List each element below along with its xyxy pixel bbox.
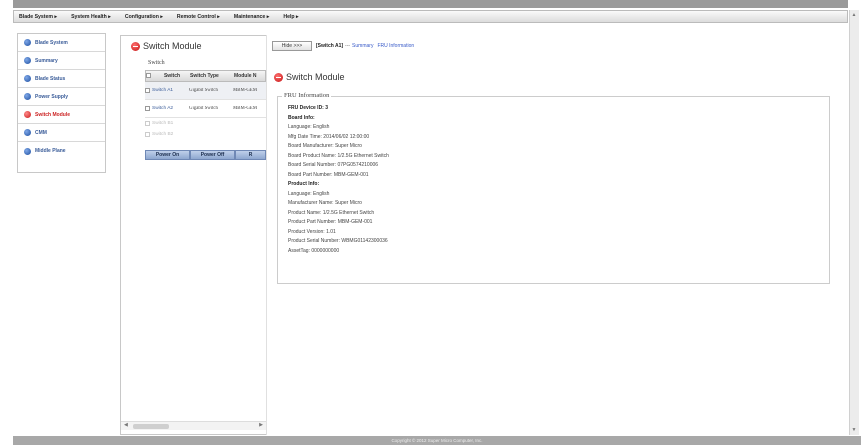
switch-module-title: Switch Module — [131, 41, 202, 51]
switch-fieldset-legend: Switch — [148, 60, 165, 66]
scroll-right-arrow-icon[interactable]: ▶ — [259, 422, 263, 428]
power-on-button[interactable]: Power On — [145, 150, 190, 160]
row-checkbox[interactable] — [145, 106, 150, 111]
sidebar-item-summary[interactable]: Summary — [18, 52, 105, 70]
fru-product-name: Product Name: 1/2.5G Ethernet Switch — [288, 209, 375, 216]
fru-info-list: FRU Device ID: 3 Board Info: Language: E… — [288, 104, 389, 256]
scroll-up-arrow-icon[interactable]: ▲ — [849, 10, 859, 20]
power-off-button[interactable]: Power Off — [190, 150, 235, 160]
switch-link[interactable]: Switch A2 — [152, 106, 173, 111]
row-checkbox[interactable] — [145, 88, 150, 93]
menu-bar: Blade System ▸ System Health ▸ Configura… — [13, 10, 848, 23]
fru-manufacturer-name: Manufacturer Name: Super Micro — [288, 200, 362, 206]
row-checkbox — [145, 121, 150, 126]
fru-board-language: Language: English — [288, 124, 330, 130]
row-checkbox — [145, 132, 150, 137]
fru-board-product-name: Board Product Name: 1/2.5G Ethernet Swit… — [288, 152, 389, 159]
fru-board-manufacturer: Board Manufacturer: Super Micro — [288, 143, 362, 149]
blue-globe-icon — [24, 129, 31, 136]
red-status-icon — [131, 41, 140, 51]
top-bar — [13, 0, 848, 8]
panel-title-text: Switch Module — [143, 41, 202, 51]
header-switch-type: Switch Type — [190, 73, 219, 79]
blue-globe-icon — [24, 147, 31, 155]
scroll-thumb[interactable] — [133, 424, 169, 429]
menu-remote-control[interactable]: Remote Control ▸ — [172, 14, 229, 20]
sidebar-item-label: Summary — [35, 57, 58, 64]
vertical-scrollbar[interactable] — [849, 10, 859, 435]
detail-title-text: Switch Module — [286, 72, 345, 82]
fru-product-info-heading: Product Info: — [288, 181, 320, 187]
breadcrumb: [Switch A1] --- Summary FRU Information — [316, 43, 418, 49]
breadcrumb-summary-link[interactable]: Summary — [352, 43, 373, 49]
sidebar-item-switch-module[interactable]: Switch Module — [18, 106, 105, 124]
power-button-bar: Power On Power Off R — [145, 150, 266, 160]
sidebar-item-label: Blade System — [35, 39, 68, 46]
switch-table: Switch Switch Type Module N Switch A1 Gi… — [145, 70, 266, 140]
sidebar-item-middle-plane[interactable]: Middle Plane — [18, 142, 105, 160]
menu-configuration[interactable]: Configuration ▸ — [120, 14, 172, 20]
header-switch: Switch — [163, 73, 181, 79]
fru-product-language: Language: English — [288, 190, 330, 197]
detail-title: Switch Module — [274, 72, 345, 82]
switch-link[interactable]: Switch A1 — [152, 88, 173, 93]
menu-maintenance[interactable]: Maintenance ▸ — [229, 14, 278, 20]
red-globe-icon — [24, 111, 31, 118]
blue-globe-icon — [24, 39, 31, 46]
menu-blade-system[interactable]: Blade System ▸ — [14, 14, 66, 20]
fru-fieldset-legend: FRU Information — [282, 92, 332, 99]
fru-board-info-heading: Board Info: — [288, 114, 315, 121]
menu-help[interactable]: Help ▸ — [278, 14, 307, 20]
sidebar-item-cmm[interactable]: CMM — [18, 124, 105, 142]
fru-board-part-number: Board Part Number: MBM-GEM-001 — [288, 171, 369, 178]
red-status-icon — [274, 72, 283, 82]
sidebar-item-label: Blade Status — [35, 75, 66, 82]
scroll-down-arrow-icon[interactable]: ▼ — [849, 425, 859, 435]
switch-type: Gigabit Switch — [189, 106, 218, 111]
table-row: Switch B2 — [145, 129, 266, 140]
fru-board-serial: Board Serial Number: 07PG0574210006 — [288, 162, 379, 168]
select-all-checkbox[interactable] — [146, 72, 151, 78]
fru-mfg-date: Mfg Date Time: 2014/06/02 12:00:00 — [288, 133, 370, 140]
sidebar-item-power-supply[interactable]: Power Supply — [18, 88, 105, 106]
fru-asset-tag: AssetTag: 0000000000 — [288, 247, 340, 254]
fru-product-part-number: Product Part Number: MBM-GEM-001 — [288, 219, 373, 225]
switch-type: Gigabit Switch — [189, 88, 218, 93]
fru-product-version: Product Version: 1.01 — [288, 228, 336, 235]
header-module: Module N — [234, 73, 257, 79]
table-row: Switch B1 — [145, 118, 266, 129]
switch-model: MBM-GEM — [233, 106, 257, 111]
breadcrumb-fru-link[interactable]: FRU Information — [377, 43, 414, 49]
fru-device-id: FRU Device ID: 3 — [288, 105, 329, 111]
blue-globe-icon — [24, 75, 31, 82]
menu-system-health[interactable]: System Health ▸ — [66, 14, 120, 20]
table-row[interactable]: Switch A2 Gigabit Switch MBM-GEM — [145, 100, 266, 118]
horizontal-scrollbar[interactable]: ◀ ▶ — [121, 421, 266, 430]
hide-button[interactable]: Hide >>> — [272, 41, 312, 51]
sidebar-item-blade-system[interactable]: Blade System — [18, 34, 105, 52]
switch-label: Switch B1 — [152, 121, 174, 126]
footer-copyright: Copyright © 2012 Super Micro Computer, I… — [13, 436, 861, 445]
sidebar-item-label: CMM — [35, 129, 47, 136]
table-row[interactable]: Switch A1 Gigabit Switch MBM-GEM — [145, 82, 266, 100]
table-header: Switch Switch Type Module N — [145, 70, 266, 82]
sidebar-item-label: Power Supply — [35, 93, 69, 100]
scroll-left-arrow-icon[interactable]: ◀ — [124, 422, 128, 428]
breadcrumb-separator: --- — [345, 43, 351, 49]
switch-label: Switch B2 — [152, 132, 174, 137]
sidebar-item-blade-status[interactable]: Blade Status — [18, 70, 105, 88]
blue-globe-icon — [24, 93, 31, 100]
breadcrumb-current: [Switch A1] — [316, 43, 344, 49]
blue-globe-icon — [24, 57, 31, 64]
fru-product-serial: Product Serial Number: WBMG01142300036 — [288, 238, 388, 244]
sidebar-item-label: Switch Module — [35, 111, 70, 118]
sidebar: Blade System Summary Blade Status Power … — [17, 33, 106, 173]
sidebar-item-label: Middle Plane — [35, 148, 66, 154]
reset-button[interactable]: R — [235, 150, 266, 160]
switch-model: MBM-GEM — [233, 88, 257, 93]
